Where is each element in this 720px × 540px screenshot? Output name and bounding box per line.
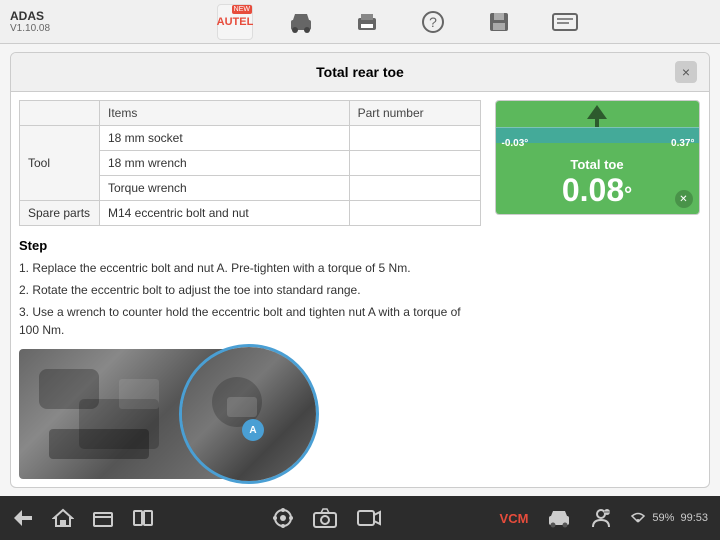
procedure-image-circle: A <box>179 344 319 484</box>
time-display: 99:53 <box>680 512 708 524</box>
save-icon-button[interactable] <box>481 4 517 40</box>
new-badge: NEW <box>232 5 252 14</box>
bottom-center-icons <box>272 507 382 529</box>
point-a-label: A <box>242 419 264 441</box>
step-2: 2. Rotate the eccentric bolt to adjust t… <box>19 281 481 299</box>
gauge-top: -0.03° 0.37° <box>496 101 699 151</box>
gauge-body: Total toe 0.08° ✕ <box>496 151 699 214</box>
window-icon <box>92 508 114 528</box>
battery-level: 59% <box>652 512 674 524</box>
svg-text:?: ? <box>429 14 437 30</box>
col-header-part: Part number <box>349 101 480 126</box>
save-icon <box>487 10 511 34</box>
col-header-items: Items <box>100 101 350 126</box>
app-version: V1.10.08 <box>10 23 90 34</box>
steps-section: Step 1. Replace the eccentric bolt and n… <box>19 238 481 339</box>
images-row: A <box>19 349 481 487</box>
status-bar: 59% 99:53 <box>630 512 708 524</box>
gauge-label: Total toe <box>504 157 691 172</box>
dialog: Total rear toe × Items Part number <box>10 52 710 488</box>
gauge-max-label: 0.37° <box>671 138 694 149</box>
home-button[interactable] <box>52 508 74 528</box>
bottom-bar: VCM 59% 99:53 <box>0 496 720 540</box>
autel-home-button[interactable]: AUTEL NEW <box>217 4 253 40</box>
car-status-button[interactable] <box>546 508 572 528</box>
vcm-label: VCM <box>500 511 529 526</box>
help-icon-button[interactable]: ? <box>415 4 451 40</box>
record-button[interactable] <box>356 507 382 529</box>
print-icon <box>354 10 380 34</box>
app-info: ADAS V1.10.08 <box>10 9 90 34</box>
dialog-body: Items Part number Tool 18 mm socket 18 m… <box>11 92 709 487</box>
tool-item-3: Torque wrench <box>100 176 350 201</box>
dialog-title: Total rear toe <box>45 64 675 80</box>
back-icon <box>12 508 34 528</box>
gauge-min-label: -0.03° <box>502 138 529 149</box>
home-icon <box>52 508 74 528</box>
dialog-close-button[interactable]: × <box>675 61 697 83</box>
gauge-value: 0.08° <box>504 174 691 206</box>
bottom-left-icons <box>12 508 154 528</box>
car-top-icon <box>287 10 315 34</box>
gauge-pointer-icon <box>587 105 607 127</box>
right-panel: -0.03° 0.37° Total toe 0.08° ✕ <box>489 92 709 487</box>
gauge-close-button[interactable]: ✕ <box>675 190 693 208</box>
record-icon <box>356 507 382 529</box>
main-content: Total rear toe × Items Part number <box>0 44 720 496</box>
left-panel: Items Part number Tool 18 mm socket 18 m… <box>11 92 489 487</box>
steps-title: Step <box>19 238 481 253</box>
tool-part-3 <box>349 176 480 201</box>
spare-item-1: M14 eccentric bolt and nut <box>100 201 350 226</box>
vcm-button[interactable]: VCM <box>500 511 529 526</box>
items-table: Items Part number Tool 18 mm socket 18 m… <box>19 100 481 226</box>
camera-button[interactable] <box>312 507 338 529</box>
tool-part-2 <box>349 151 480 176</box>
back-button[interactable] <box>12 508 34 528</box>
tool-item-2: 18 mm wrench <box>100 151 350 176</box>
wifi-icon <box>630 512 646 524</box>
split-button[interactable] <box>132 508 154 528</box>
step-1: 1. Replace the eccentric bolt and nut A.… <box>19 259 481 277</box>
app-title: ADAS <box>10 9 90 23</box>
tool-item-1: 18 mm socket <box>100 126 350 151</box>
top-icons-group: AUTEL NEW ? <box>90 4 710 40</box>
table-row: Tool 18 mm socket <box>20 126 481 151</box>
car-icon-button[interactable] <box>283 4 319 40</box>
settings-icon <box>272 507 294 529</box>
settings-button[interactable] <box>272 507 294 529</box>
tool-label: Tool <box>20 126 100 201</box>
car-status-icon <box>546 508 572 528</box>
table-row: Spare parts M14 eccentric bolt and nut <box>20 201 481 226</box>
split-icon <box>132 508 154 528</box>
window-button[interactable] <box>92 508 114 528</box>
print-icon-button[interactable] <box>349 4 385 40</box>
gauge-widget: -0.03° 0.37° Total toe 0.08° ✕ <box>495 100 700 215</box>
camera-icon <box>312 507 338 529</box>
gauge-number: 0.08 <box>562 172 624 208</box>
col-header-empty <box>20 101 100 126</box>
bottom-right-icons: VCM 59% 99:53 <box>500 507 708 529</box>
top-bar: ADAS V1.10.08 AUTEL NEW <box>0 0 720 44</box>
user-icon <box>590 507 612 529</box>
tool-part-1 <box>349 126 480 151</box>
spare-parts-label: Spare parts <box>20 201 100 226</box>
gauge-unit: ° <box>624 184 632 206</box>
message-icon <box>551 10 579 34</box>
dialog-header: Total rear toe × <box>11 53 709 92</box>
step-3: 3. Use a wrench to counter hold the ecce… <box>19 303 481 339</box>
message-icon-button[interactable] <box>547 4 583 40</box>
user-button[interactable] <box>590 507 612 529</box>
help-icon: ? <box>421 10 445 34</box>
spare-part-1 <box>349 201 480 226</box>
